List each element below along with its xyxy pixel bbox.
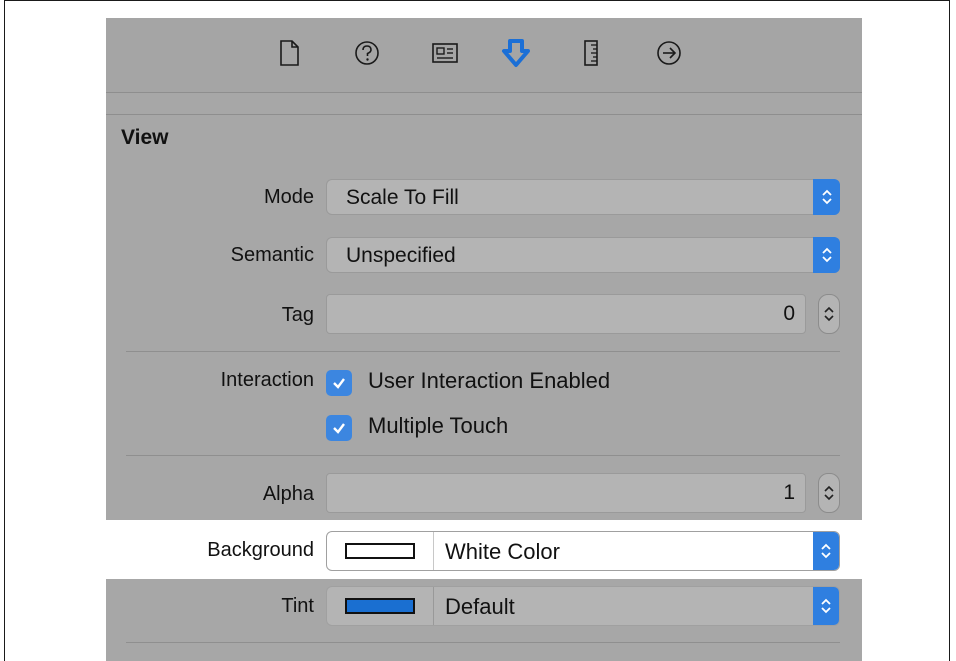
interaction-label: Interaction (220, 369, 314, 391)
background-value: White Color (445, 539, 560, 564)
tag-value: 0 (783, 302, 795, 325)
attributes-icon[interactable] (501, 38, 531, 68)
connections-icon[interactable] (654, 38, 684, 68)
tag-stepper[interactable] (818, 294, 840, 334)
chevron-updown-icon (813, 237, 840, 273)
tint-color-popup[interactable]: Default (326, 586, 840, 626)
toolbar-separator (106, 92, 862, 93)
multiple-touch-checkbox[interactable] (326, 415, 352, 441)
divider (126, 351, 840, 352)
chevron-updown-icon (813, 532, 839, 570)
multiple-touch-label: Multiple Touch (368, 413, 509, 438)
identity-icon[interactable] (430, 38, 460, 68)
alpha-label: Alpha (262, 483, 314, 505)
user-interaction-label: User Interaction Enabled (368, 368, 611, 393)
alpha-field[interactable]: 1 (326, 473, 806, 513)
mode-label: Mode (263, 186, 314, 208)
tag-field[interactable]: 0 (326, 294, 806, 334)
background-swatch-area[interactable] (327, 532, 434, 570)
divider (126, 455, 840, 456)
tag-label: Tag (281, 304, 314, 326)
tint-value: Default (445, 594, 515, 619)
background-color-popup[interactable]: White Color (326, 531, 840, 571)
mode-value: Scale To Fill (346, 186, 459, 209)
file-icon[interactable] (274, 38, 304, 68)
user-interaction-checkbox[interactable] (326, 370, 352, 396)
frame-left-border (4, 0, 5, 661)
background-label: Background (207, 539, 314, 561)
chevron-updown-icon (813, 587, 839, 625)
attributes-inspector-panel: View Mode Scale To Fill Semantic Unspeci… (106, 18, 862, 661)
semantic-value: Unspecified (346, 244, 456, 267)
semantic-label: Semantic (230, 244, 314, 266)
size-icon[interactable] (576, 38, 606, 68)
tint-color-swatch (345, 598, 415, 614)
frame-right-border (949, 0, 950, 661)
semantic-popup[interactable]: Unspecified (326, 237, 840, 273)
alpha-stepper[interactable] (818, 473, 840, 513)
divider (126, 642, 840, 643)
tint-label: Tint (281, 595, 314, 617)
chevron-updown-icon (813, 179, 840, 215)
inspector-toolbar (106, 18, 862, 92)
mode-popup[interactable]: Scale To Fill (326, 179, 840, 215)
background-color-swatch (345, 543, 415, 559)
alpha-value: 1 (783, 481, 795, 504)
frame-top-border (4, 0, 950, 1)
section-separator (106, 114, 862, 115)
help-icon[interactable] (352, 38, 382, 68)
section-title: View (121, 126, 169, 149)
tint-swatch-area[interactable] (327, 587, 434, 625)
